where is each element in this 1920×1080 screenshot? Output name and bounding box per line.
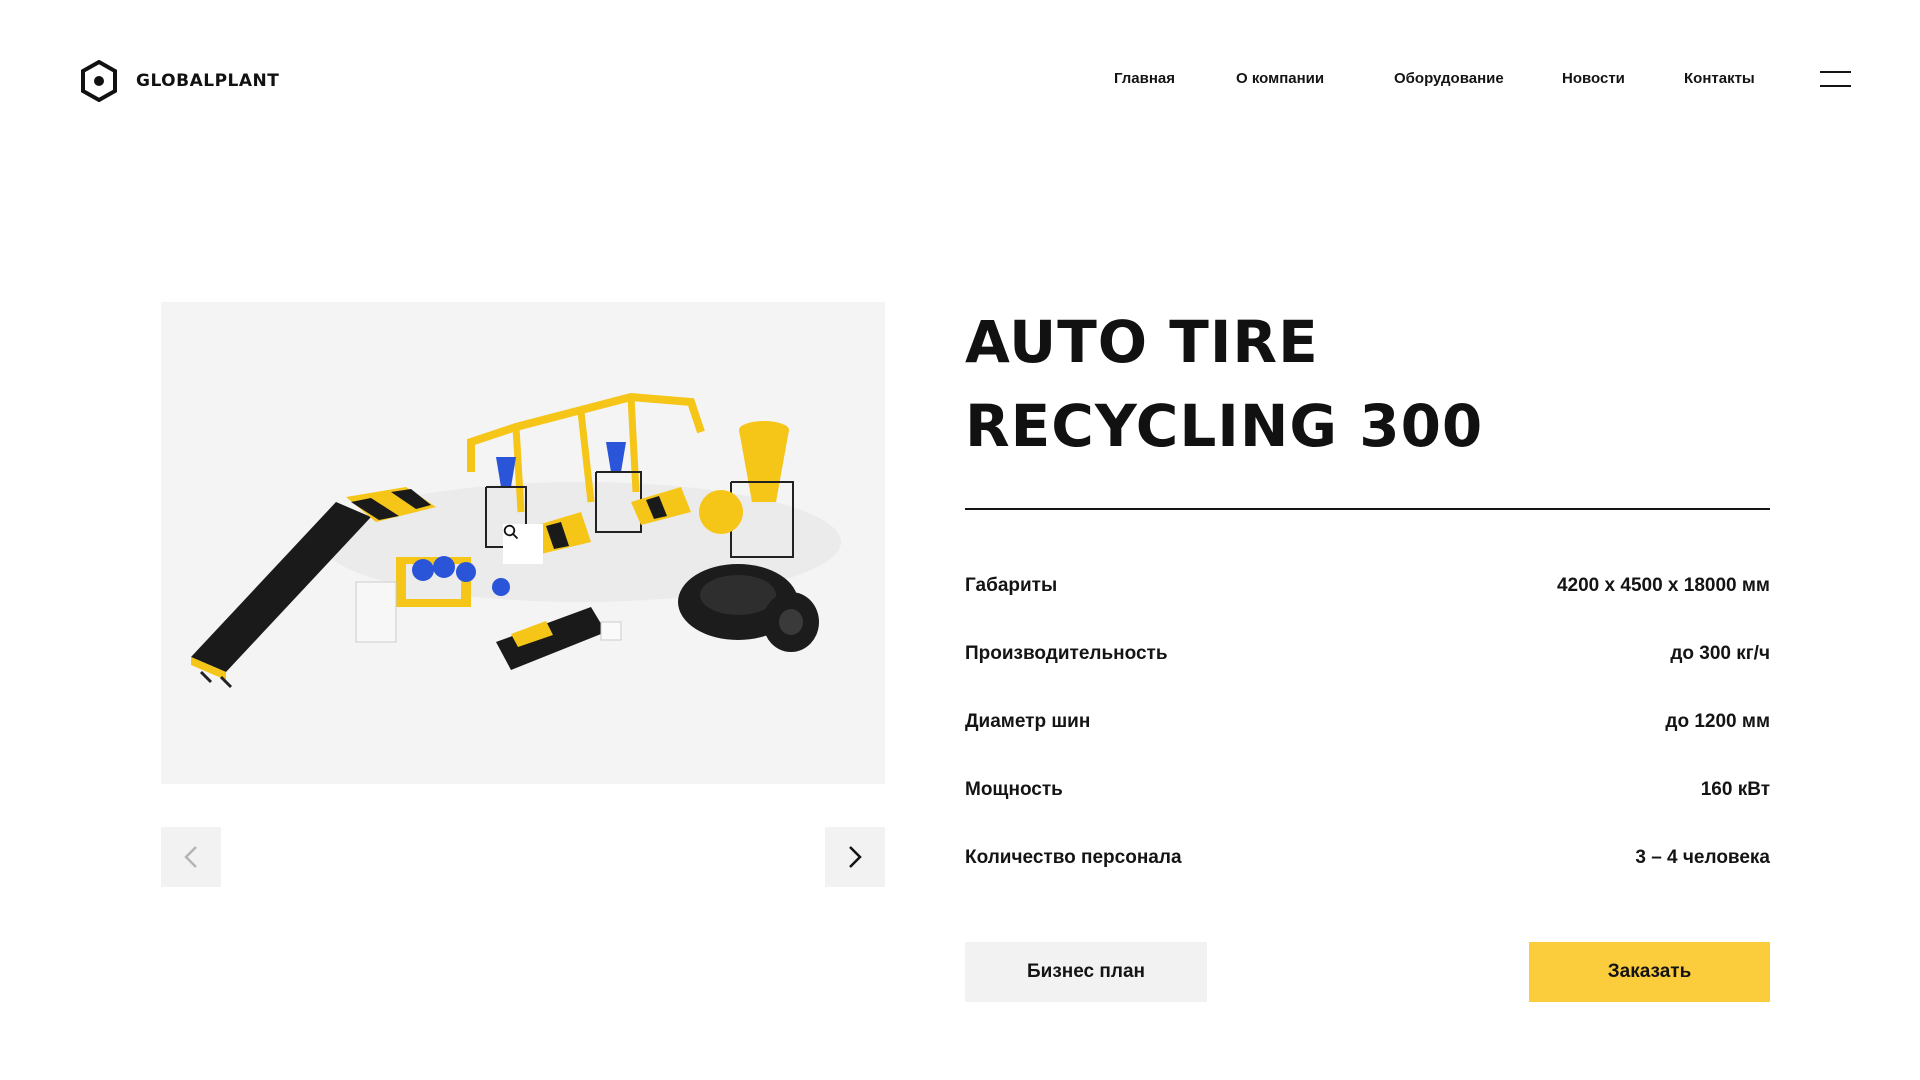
product-image	[161, 302, 885, 784]
logo[interactable]: GLOBALPLANT	[80, 60, 279, 102]
chevron-left-icon	[184, 846, 197, 868]
chevron-right-icon	[849, 846, 862, 868]
spec-value: 4200 x 4500 x 18000 мм	[1556, 575, 1770, 596]
nav-item-contacts[interactable]: Контакты	[1684, 70, 1755, 87]
spec-value: до 1200 мм	[1665, 711, 1770, 732]
nav-item-home[interactable]: Главная	[1114, 70, 1175, 87]
spec-row-staff: Количество персонала 3 – 4 человека	[965, 838, 1770, 878]
title-divider	[965, 508, 1770, 510]
nav-item-about[interactable]: О компании	[1236, 70, 1324, 87]
zoom-button[interactable]	[503, 524, 543, 564]
spec-row-capacity: Производительность до 300 кг/ч	[965, 634, 1770, 674]
spec-label: Мощность	[965, 779, 1063, 800]
spec-value: до 300 кг/ч	[1670, 643, 1770, 664]
gallery-prev-button[interactable]	[161, 827, 221, 887]
spec-label: Габариты	[965, 575, 1058, 596]
spec-row-dimensions: Габариты 4200 x 4500 x 18000 мм	[965, 566, 1770, 606]
spec-row-tire-diameter: Диаметр шин до 1200 мм	[965, 702, 1770, 742]
magnifier-icon	[503, 524, 519, 540]
logo-hexagon-icon	[81, 60, 117, 102]
order-button[interactable]: Заказать	[1529, 942, 1770, 1002]
product-title-line-1: AUTO TIRE	[965, 308, 1319, 376]
spec-value: 3 – 4 человека	[1635, 847, 1770, 868]
product-title-line-2: RECYCLING 300	[965, 392, 1484, 460]
hamburger-menu-icon[interactable]	[1820, 71, 1851, 89]
site-header: GLOBALPLANT Главная О компании Оборудова…	[0, 0, 1920, 160]
product-title: AUTO TIRE RECYCLING 300	[965, 300, 1765, 468]
spec-label: Количество персонала	[965, 847, 1182, 868]
spec-label: Производительность	[965, 643, 1168, 664]
gallery-next-button[interactable]	[825, 827, 885, 887]
spec-value: 160 кВт	[1700, 779, 1770, 800]
logo-text: GLOBALPLANT	[136, 71, 280, 91]
spec-label: Диаметр шин	[965, 711, 1091, 732]
spec-row-power: Мощность 160 кВт	[965, 770, 1770, 810]
nav-item-equipment[interactable]: Оборудование	[1394, 70, 1504, 87]
nav-item-news[interactable]: Новости	[1562, 70, 1625, 87]
business-plan-button[interactable]: Бизнес план	[965, 942, 1207, 1002]
